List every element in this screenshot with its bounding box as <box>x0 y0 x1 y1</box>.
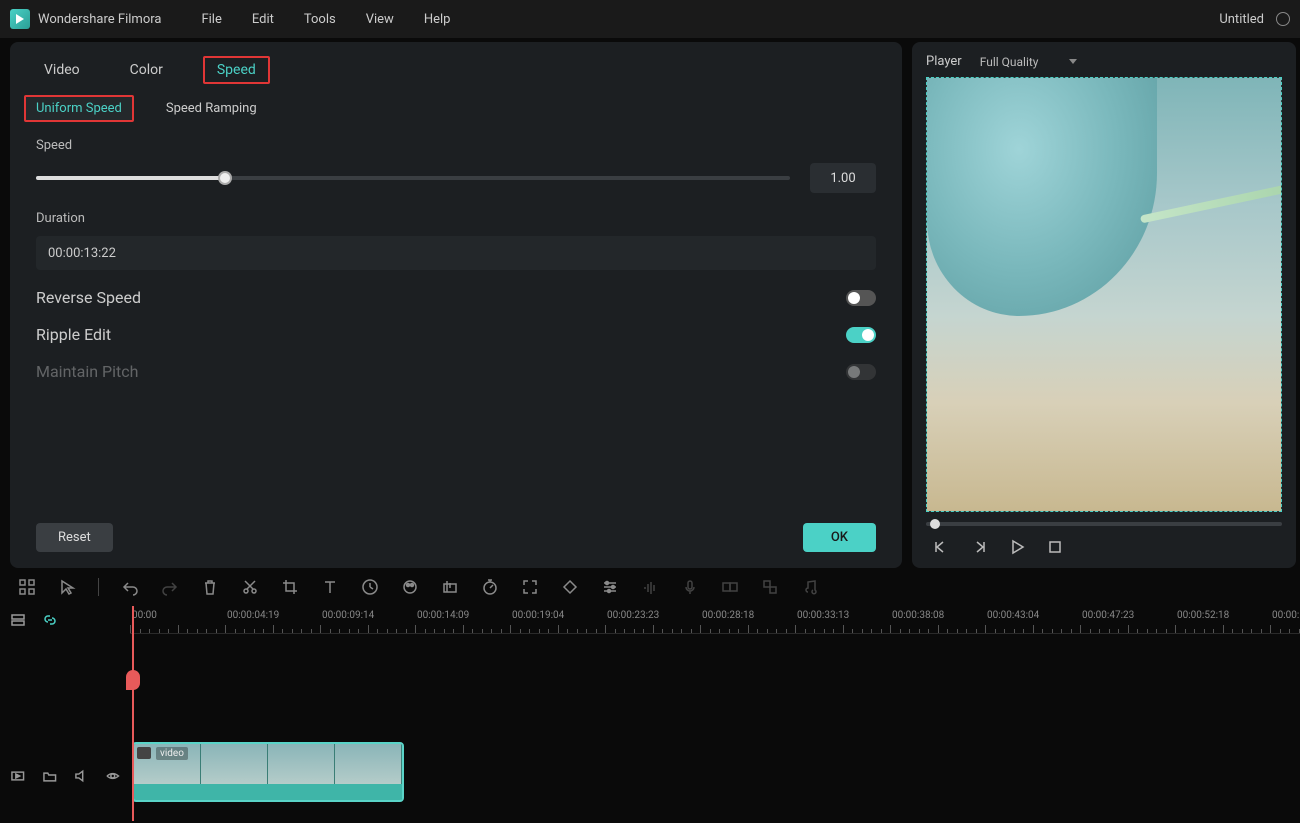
main-menu: File Edit Tools View Help <box>201 12 450 27</box>
menu-file[interactable]: File <box>201 12 221 27</box>
link-icon[interactable] <box>42 612 58 628</box>
audio-edit-icon[interactable] <box>441 578 459 596</box>
menu-tools[interactable]: Tools <box>304 12 336 27</box>
app-name: Wondershare Filmora <box>38 12 161 27</box>
timeline-toolbar <box>0 568 1300 606</box>
speed-icon[interactable] <box>361 578 379 596</box>
subtab-speed-ramping[interactable]: Speed Ramping <box>154 95 269 122</box>
quality-dropdown[interactable]: Full Quality <box>980 55 1077 69</box>
ruler-tick: 00:00 <box>132 610 157 621</box>
stopwatch-icon[interactable] <box>481 578 499 596</box>
ruler-tick: 00:00:19:04 <box>512 610 564 621</box>
ruler-tick: 00:00:23:23 <box>607 610 659 621</box>
ruler-tick: 00:00:14:09 <box>417 610 469 621</box>
video-preview[interactable] <box>926 77 1282 512</box>
grid-icon[interactable] <box>18 578 36 596</box>
video-clip[interactable]: video <box>132 742 404 802</box>
playhead-handle[interactable] <box>126 670 140 690</box>
crop-icon[interactable] <box>281 578 299 596</box>
document-title: Untitled <box>1219 12 1264 27</box>
layers-icon[interactable] <box>10 612 26 628</box>
clip-label: video <box>156 747 188 760</box>
playhead[interactable] <box>132 606 134 821</box>
text-icon[interactable] <box>321 578 339 596</box>
ruler-tick: 00:00:28:18 <box>702 610 754 621</box>
reset-button[interactable]: Reset <box>36 523 113 552</box>
ruler-tick: 00:00:43:04 <box>987 610 1039 621</box>
ruler-tick: 00:00:38:08 <box>892 610 944 621</box>
tab-speed[interactable]: Speed <box>203 56 270 84</box>
ruler-tick: 00:00:33:13 <box>797 610 849 621</box>
track-folder-icon[interactable] <box>42 768 58 784</box>
prev-frame-button[interactable] <box>932 538 950 556</box>
ruler-tick: 00:00:52:18 <box>1177 610 1229 621</box>
speed-label: Speed <box>36 138 876 153</box>
ripple-edit-label: Ripple Edit <box>36 325 111 344</box>
ruler-tick: 00:00:57:13 <box>1272 610 1300 621</box>
player-panel: Player Full Quality <box>912 42 1296 568</box>
subtab-uniform-speed[interactable]: Uniform Speed <box>24 95 134 122</box>
adjust-icon[interactable] <box>601 578 619 596</box>
menu-edit[interactable]: Edit <box>252 12 274 27</box>
sync-icon[interactable] <box>1276 12 1290 26</box>
tab-video[interactable]: Video <box>34 56 90 84</box>
track-visibility-icon[interactable] <box>105 768 121 784</box>
music-icon <box>801 578 819 596</box>
maintain-pitch-toggle <box>846 364 876 380</box>
detach-icon <box>761 578 779 596</box>
titlebar: Wondershare Filmora File Edit Tools View… <box>0 0 1300 38</box>
delete-icon[interactable] <box>201 578 219 596</box>
group-icon <box>721 578 739 596</box>
scrub-bar[interactable] <box>926 522 1282 526</box>
ruler-tick: 00:00:47:23 <box>1082 610 1134 621</box>
play-button[interactable] <box>1008 538 1026 556</box>
undo-icon[interactable] <box>121 578 139 596</box>
track-video-icon[interactable] <box>10 768 26 784</box>
redo-icon[interactable] <box>161 578 179 596</box>
cursor-icon[interactable] <box>58 578 76 596</box>
menu-help[interactable]: Help <box>424 12 451 27</box>
audio-icon <box>641 578 659 596</box>
app-logo-icon <box>10 9 30 29</box>
chevron-down-icon <box>1069 59 1077 64</box>
color-icon[interactable] <box>401 578 419 596</box>
reverse-speed-label: Reverse Speed <box>36 288 141 307</box>
speed-slider-thumb[interactable] <box>218 171 232 185</box>
stop-button[interactable] <box>1046 538 1064 556</box>
cut-icon[interactable] <box>241 578 259 596</box>
duration-input[interactable]: 00:00:13:22 <box>36 236 876 270</box>
speed-value[interactable]: 1.00 <box>810 163 876 193</box>
timeline-ruler[interactable]: 00:00 00:00:04:19 00:00:09:14 00:00:14:09 00… <box>130 606 1300 634</box>
keyframe-icon[interactable] <box>561 578 579 596</box>
timeline: 00:00 00:00:04:19 00:00:09:14 00:00:14:09 00… <box>0 606 1300 821</box>
ok-button[interactable]: OK <box>803 523 876 552</box>
fullscreen-icon[interactable] <box>521 578 539 596</box>
next-frame-button[interactable] <box>970 538 988 556</box>
menu-view[interactable]: View <box>366 12 394 27</box>
track-mute-icon[interactable] <box>73 768 89 784</box>
mic-icon <box>681 578 699 596</box>
ruler-tick: 00:00:04:19 <box>227 610 279 621</box>
duration-label: Duration <box>36 211 876 226</box>
tab-color[interactable]: Color <box>120 56 173 84</box>
reverse-speed-toggle[interactable] <box>846 290 876 306</box>
maintain-pitch-label: Maintain Pitch <box>36 362 138 381</box>
scrub-thumb[interactable] <box>930 519 940 529</box>
settings-panel: Video Color Speed Uniform Speed Speed Ra… <box>10 42 902 568</box>
player-title: Player <box>926 54 962 69</box>
ruler-tick: 00:00:09:14 <box>322 610 374 621</box>
ripple-edit-toggle[interactable] <box>846 327 876 343</box>
speed-slider[interactable] <box>36 168 790 188</box>
